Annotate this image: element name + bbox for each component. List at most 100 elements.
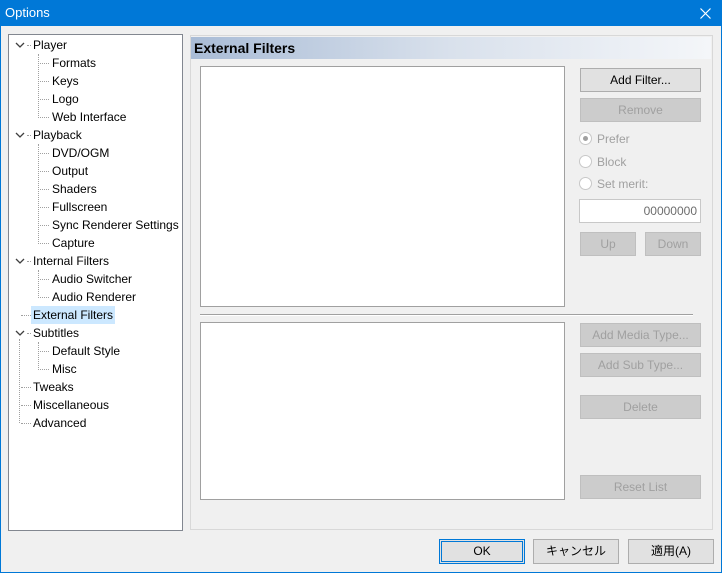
separator — [200, 314, 693, 316]
tree-item-label: Miscellaneous — [33, 398, 110, 412]
tree-connector — [27, 333, 31, 334]
tree-connector — [27, 45, 31, 46]
tree-item-label: Formats — [52, 56, 97, 70]
tree-item-label: Shaders — [52, 182, 97, 196]
tree-item[interactable]: Shaders — [50, 180, 99, 198]
tree-connector — [27, 261, 31, 262]
tree-item[interactable]: Internal Filters — [31, 252, 111, 270]
tree-connector — [38, 279, 49, 280]
tree-item-label: Playback — [33, 128, 82, 142]
set-merit-label: Set merit: — [597, 177, 649, 191]
tree-connector — [38, 153, 49, 154]
delete-button[interactable]: Delete — [580, 395, 701, 419]
chevron-down-icon[interactable] — [14, 39, 26, 51]
tree-item[interactable]: Player — [31, 36, 69, 54]
close-icon — [699, 7, 711, 19]
tree-item-label: Audio Renderer — [52, 290, 137, 304]
remove-button[interactable]: Remove — [580, 98, 701, 122]
radio-icon — [579, 177, 592, 190]
tree-item[interactable]: Advanced — [31, 414, 88, 432]
tree-item-label: Subtitles — [33, 326, 80, 340]
tree-connector — [38, 351, 49, 352]
tree-connector — [38, 171, 49, 172]
tree-item[interactable]: Web Interface — [50, 108, 128, 126]
apply-button[interactable]: 適用(A) — [628, 539, 714, 564]
tree-connector — [38, 81, 49, 82]
tree-connector — [38, 207, 49, 208]
tree-item[interactable]: Default Style — [50, 342, 122, 360]
reset-list-button[interactable]: Reset List — [580, 475, 701, 499]
tree-item[interactable]: Sync Renderer Settings — [50, 216, 181, 234]
down-button[interactable]: Down — [645, 232, 701, 256]
tree-branch-line — [38, 54, 39, 118]
tree-connector — [21, 405, 31, 406]
tree-item-label: Default Style — [52, 344, 121, 358]
filters-list[interactable] — [200, 66, 565, 307]
tree-connector — [38, 99, 49, 100]
close-button[interactable] — [688, 0, 722, 26]
options-tree[interactable]: Player Formats Keys Logo Web Interface Playba… — [8, 34, 183, 531]
page-title: External Filters — [191, 37, 711, 59]
radio-checked-icon — [579, 132, 592, 145]
radio-icon — [579, 155, 592, 168]
tree-item-label: DVD/OGM — [52, 146, 110, 160]
tree-branch-line — [38, 342, 39, 370]
tree-item[interactable]: Subtitles — [31, 324, 81, 342]
tree-connector — [38, 63, 49, 64]
tree-connector — [21, 387, 31, 388]
tree-connector — [38, 189, 49, 190]
tree-item-label: Sync Renderer Settings — [52, 218, 179, 232]
cancel-button[interactable]: キャンセル — [533, 539, 619, 564]
tree-item[interactable]: DVD/OGM — [50, 144, 111, 162]
tree-item[interactable]: Logo — [50, 90, 81, 108]
tree-item[interactable]: Misc — [50, 360, 79, 378]
tree-item[interactable]: Output — [50, 162, 90, 180]
window-title: Options — [5, 5, 50, 20]
tree-connector — [38, 225, 49, 226]
tree-item-label: Misc — [52, 362, 77, 376]
tree-item-label: Internal Filters — [33, 254, 110, 268]
title-bar: Options — [0, 0, 722, 26]
add-sub-type-button[interactable]: Add Sub Type... — [580, 353, 701, 377]
tree-connector — [38, 117, 49, 118]
prefer-label: Prefer — [597, 132, 630, 146]
tree-item[interactable]: Tweaks — [31, 378, 76, 396]
tree-item-label: External Filters — [31, 306, 116, 324]
up-button[interactable]: Up — [580, 232, 636, 256]
tree-item[interactable]: Playback — [31, 126, 84, 144]
tree-item[interactable]: Audio Renderer — [50, 288, 138, 306]
block-label: Block — [597, 155, 627, 169]
tree-branch-line — [38, 144, 39, 244]
tree-connector — [38, 369, 49, 370]
tree-item[interactable]: Formats — [50, 54, 98, 72]
tree-item-label: Tweaks — [33, 380, 74, 394]
tree-connector — [21, 423, 31, 424]
tree-item[interactable]: External Filters — [31, 306, 116, 324]
tree-connector — [27, 135, 31, 136]
tree-item-label: Web Interface — [52, 110, 127, 124]
tree-item-label: Capture — [52, 236, 95, 250]
tree-branch-line — [38, 270, 39, 298]
tree-item[interactable]: Audio Switcher — [50, 270, 134, 288]
media-types-list[interactable] — [200, 322, 565, 500]
prefer-radio[interactable]: Prefer — [579, 130, 630, 148]
tree-item-label: Keys — [52, 74, 79, 88]
chevron-down-icon[interactable] — [14, 327, 26, 339]
block-radio[interactable]: Block — [579, 153, 626, 171]
merit-field[interactable]: 00000000 — [579, 199, 701, 223]
tree-item[interactable]: Keys — [50, 72, 81, 90]
tree-item-label: Advanced — [33, 416, 87, 430]
tree-item[interactable]: Miscellaneous — [31, 396, 111, 414]
ok-button[interactable]: OK — [439, 539, 525, 564]
set-merit-radio[interactable]: Set merit: — [579, 175, 648, 193]
tree-item[interactable]: Capture — [50, 234, 97, 252]
tree-item-label: Output — [52, 164, 89, 178]
tree-root-line — [19, 339, 20, 423]
tree-connector — [38, 243, 49, 244]
chevron-down-icon[interactable] — [14, 129, 26, 141]
add-filter-button[interactable]: Add Filter... — [580, 68, 701, 92]
add-media-type-button[interactable]: Add Media Type... — [580, 323, 701, 347]
chevron-down-icon[interactable] — [14, 255, 26, 267]
tree-item-label: Logo — [52, 92, 79, 106]
tree-item[interactable]: Fullscreen — [50, 198, 109, 216]
